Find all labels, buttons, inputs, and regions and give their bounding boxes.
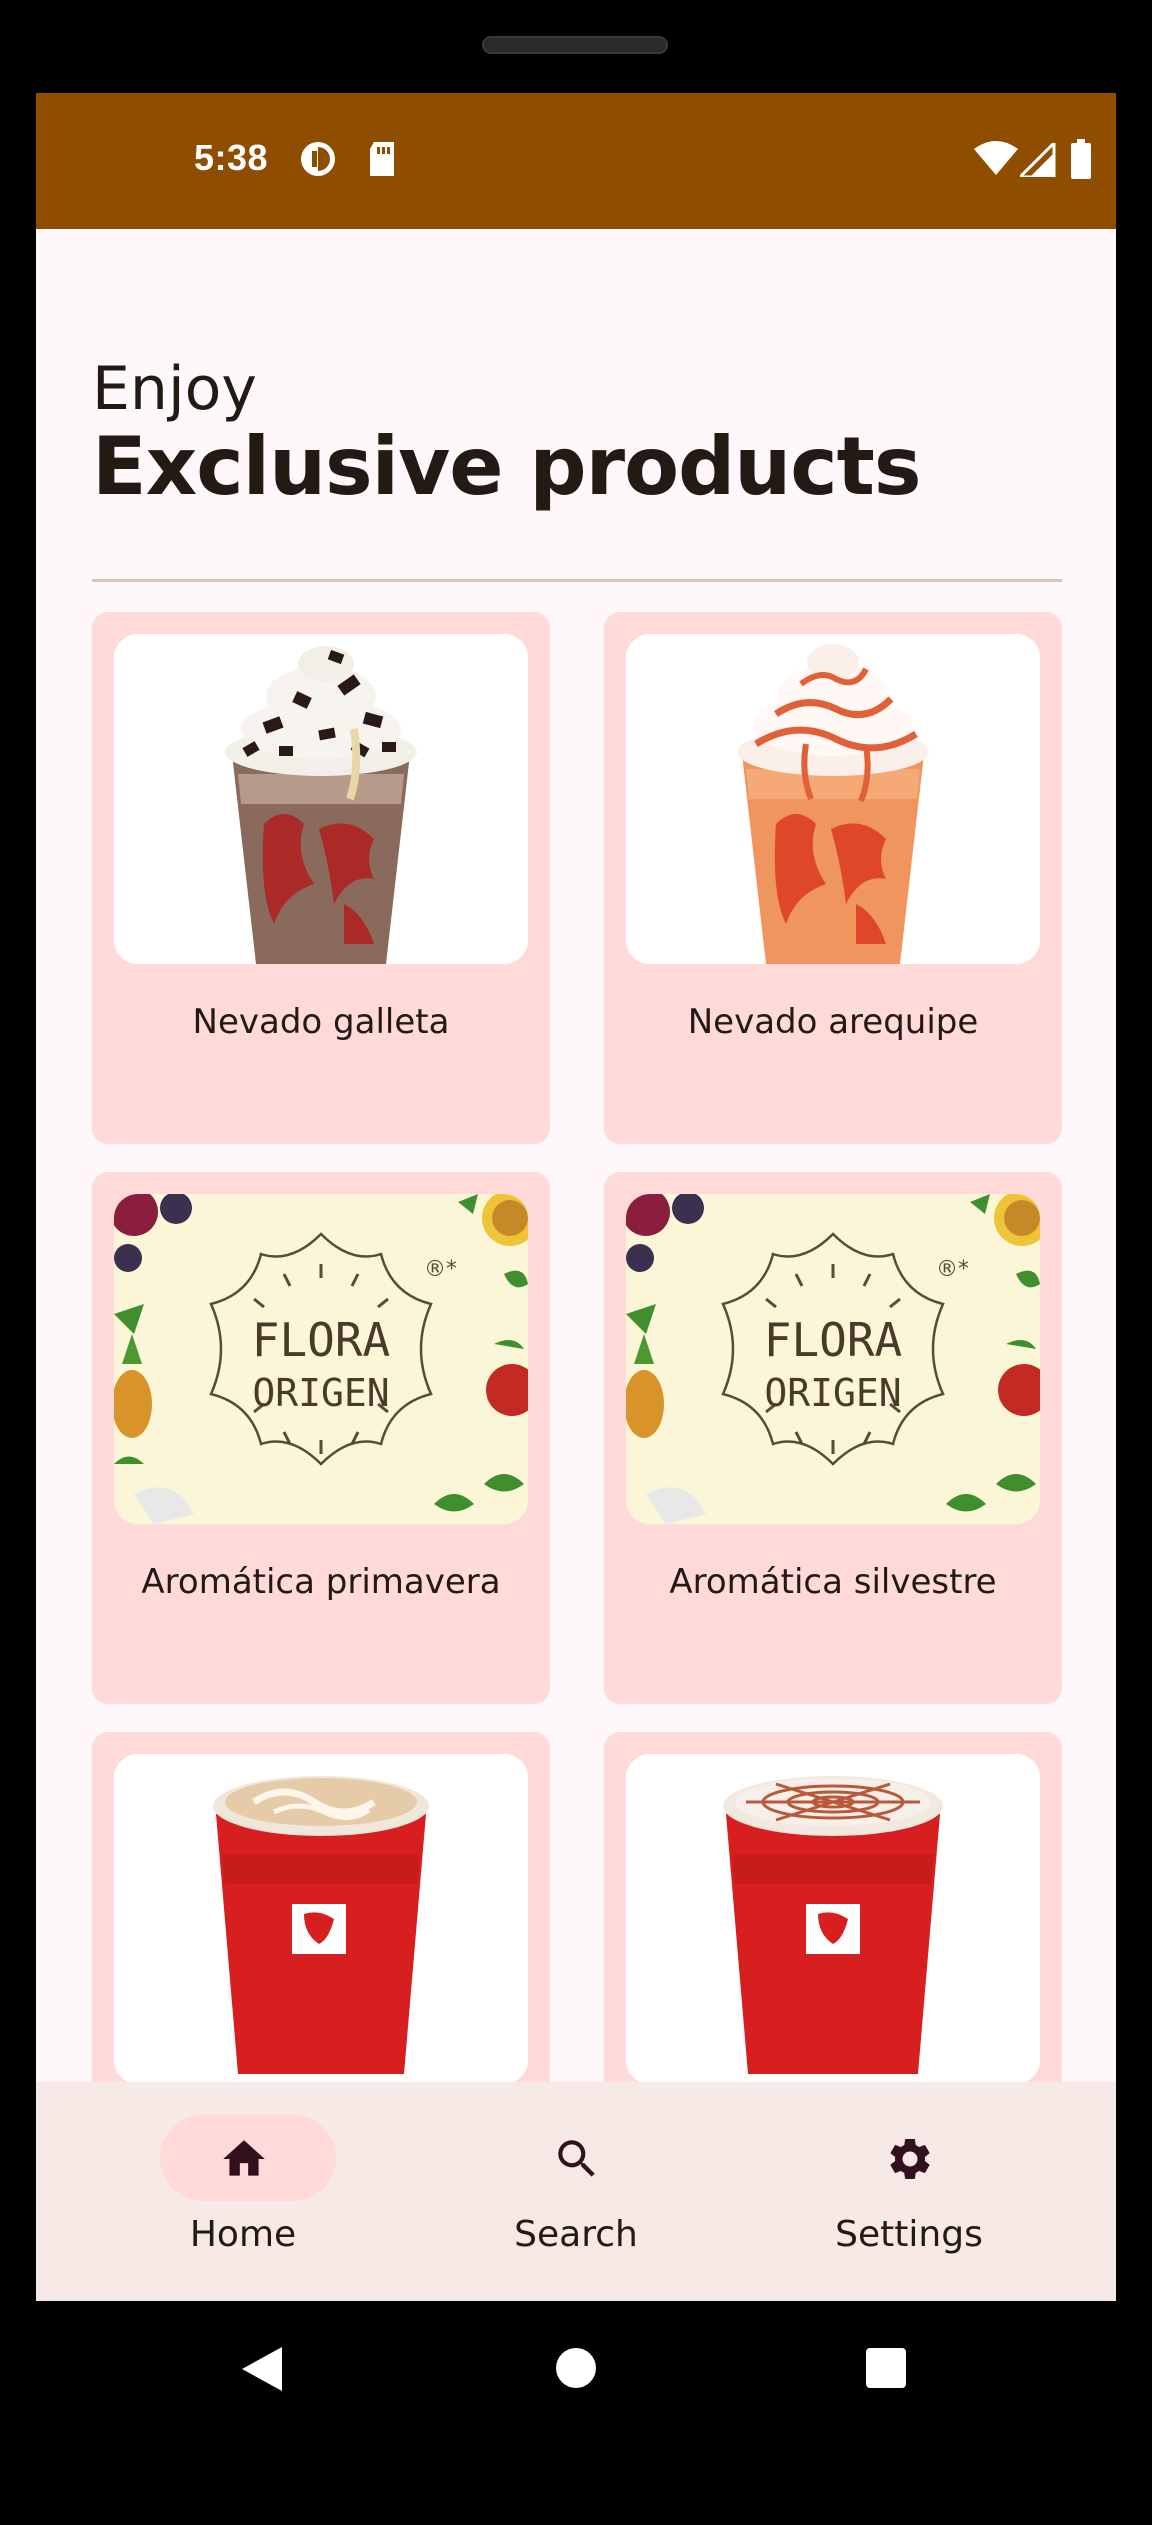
data-saver-icon	[298, 139, 338, 184]
product-image-flora-origen-logo: FLORA ORIGEN ®*	[114, 1194, 528, 1524]
signal-icon	[1016, 139, 1056, 182]
recents-icon[interactable]	[865, 2347, 907, 2394]
wifi-icon	[974, 141, 1018, 182]
product-name: Nevado arequipe	[687, 1002, 979, 1042]
product-image-flora-origen-logo: FLORA ORIGEN ®*	[626, 1194, 1040, 1524]
product-image-latte-red-cup	[114, 1754, 528, 2084]
search-icon	[552, 2134, 602, 2184]
nav-item-search[interactable]: Search	[446, 2082, 706, 2301]
product-card-aromatica-primavera[interactable]: FLORA ORIGEN ®* Aromática primavera	[92, 1172, 550, 1704]
product-image-cookie-milkshake	[114, 634, 528, 964]
system-navigation-bar	[0, 2301, 1152, 2431]
back-icon[interactable]	[240, 2345, 284, 2398]
sd-card-icon	[366, 139, 398, 184]
status-bar: 5:38	[36, 93, 1116, 229]
product-name: Nevado galleta	[192, 1002, 450, 1042]
nav-label-search: Search	[514, 2214, 638, 2255]
page-subtitle: Enjoy	[92, 354, 257, 424]
flora-logo-line2: ORIGEN	[764, 1371, 901, 1415]
nav-item-home[interactable]: Home	[113, 2082, 373, 2301]
nav-label-settings: Settings	[835, 2214, 983, 2255]
product-name: Aromática silvestre	[669, 1562, 997, 1602]
page-header: Enjoy Exclusive products	[92, 353, 922, 513]
product-card-nevado-galleta[interactable]: Nevado galleta	[92, 612, 550, 1144]
phone-frame: 5:38 Enjoy Exclusive products Nevado gal…	[0, 0, 1152, 2525]
status-time: 5:38	[194, 137, 269, 178]
app-screen: 5:38 Enjoy Exclusive products Nevado gal…	[36, 93, 1116, 2301]
nav-label-home: Home	[189, 2214, 297, 2255]
nav-item-settings[interactable]: Settings	[779, 2082, 1039, 2301]
product-card-nevado-arequipe[interactable]: Nevado arequipe	[604, 612, 1062, 1144]
flora-logo-mark: ®*	[424, 1257, 457, 1282]
home-icon	[219, 2134, 269, 2184]
flora-logo-mark: ®*	[936, 1257, 969, 1282]
product-image-caramel-latte-red-cup	[626, 1754, 1040, 2084]
home-circle-icon[interactable]	[555, 2347, 597, 2394]
flora-logo-line1: FLORA	[252, 1313, 390, 1367]
product-image-caramel-milkshake	[626, 634, 1040, 964]
header-divider	[92, 579, 1062, 582]
page-title: Exclusive products	[92, 420, 922, 513]
flora-logo-line1: FLORA	[764, 1313, 902, 1367]
bottom-navigation: Home Search Settings	[36, 2082, 1116, 2301]
flora-logo-line2: ORIGEN	[252, 1371, 389, 1415]
earpiece-speaker	[482, 36, 668, 54]
gear-icon	[885, 2134, 935, 2184]
battery-icon	[1070, 139, 1092, 184]
product-name: Aromática primavera	[141, 1562, 501, 1602]
product-card-aromatica-silvestre[interactable]: FLORA ORIGEN ®* Aromática silvestre	[604, 1172, 1062, 1704]
